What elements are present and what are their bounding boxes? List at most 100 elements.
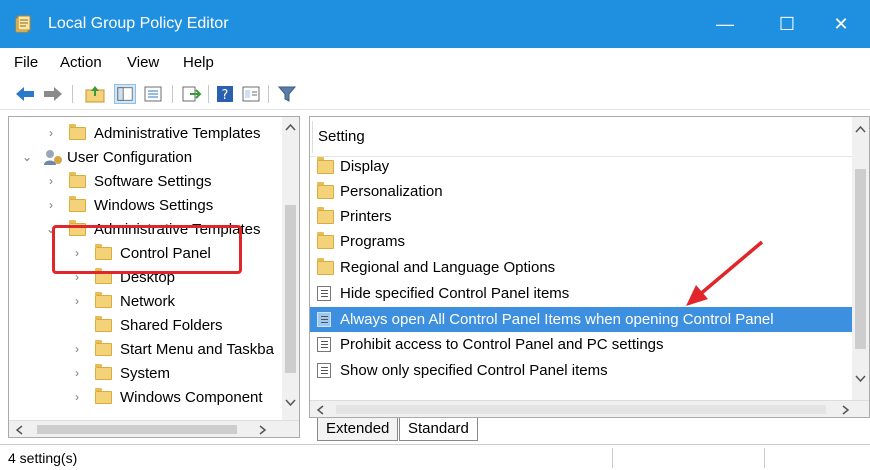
- folder-icon: [69, 123, 86, 140]
- chevron-right-icon[interactable]: ›: [69, 342, 85, 356]
- tree-item-control-panel[interactable]: › Control Panel: [69, 241, 211, 265]
- chevron-right-icon[interactable]: ›: [43, 126, 59, 140]
- list-item-show-only-specified-control-panel-items[interactable]: Show only specified Control Panel items: [310, 358, 854, 383]
- list-item-label: Regional and Language Options: [340, 259, 556, 276]
- tree-item-user-configuration[interactable]: ⌄ User Configuration: [19, 145, 192, 169]
- chevron-right-icon[interactable]: ›: [69, 390, 85, 404]
- help-icon[interactable]: ?: [214, 84, 236, 104]
- back-arrow-icon[interactable]: [14, 84, 36, 104]
- tree-item-start-menu-and-taskbar[interactable]: › Start Menu and Taskba: [69, 337, 274, 361]
- tree-item-administrative-templates-user[interactable]: ⌄ Administrative Templates: [43, 217, 260, 241]
- list-item-label: Prohibit access to Control Panel and PC …: [340, 336, 664, 353]
- folder-icon: [95, 339, 112, 356]
- policy-setting-icon: [317, 363, 331, 378]
- folder-open-icon: [95, 243, 112, 260]
- toolbar-separator: [72, 85, 73, 103]
- scroll-down-icon[interactable]: [285, 399, 296, 407]
- list-item-label: Personalization: [340, 183, 443, 200]
- chevron-right-icon[interactable]: ›: [69, 366, 85, 380]
- chevron-down-icon[interactable]: ⌄: [43, 222, 59, 236]
- up-folder-icon[interactable]: [84, 84, 106, 104]
- menu-bar: File Action View Help: [0, 48, 870, 78]
- list-item-label: Display: [340, 158, 390, 175]
- menu-help[interactable]: Help: [183, 54, 214, 71]
- menu-view[interactable]: View: [127, 54, 159, 71]
- menu-file[interactable]: File: [14, 54, 38, 71]
- policy-setting-icon: [317, 312, 331, 327]
- folder-icon: [317, 257, 334, 275]
- folder-open-icon: [69, 219, 86, 236]
- tree-vertical-scrollbar[interactable]: [282, 117, 299, 421]
- list-item-printers[interactable]: Printers: [310, 204, 854, 229]
- scroll-up-icon[interactable]: [855, 125, 866, 133]
- list-item-personalization[interactable]: Personalization: [310, 179, 854, 204]
- tree-item-windows-components[interactable]: › Windows Component: [69, 385, 263, 409]
- list-item-hide-specified-control-panel-items[interactable]: Hide specified Control Panel items: [310, 281, 854, 306]
- minimize-button[interactable]: —: [696, 0, 754, 48]
- tree-item-label: Network: [120, 292, 176, 310]
- scroll-left-icon[interactable]: [15, 425, 23, 435]
- scroll-down-icon[interactable]: [855, 375, 866, 383]
- menu-action[interactable]: Action: [60, 54, 102, 71]
- export-list-icon[interactable]: [180, 84, 202, 104]
- settings-horizontal-scrollbar[interactable]: [310, 400, 869, 417]
- folder-icon: [317, 231, 334, 249]
- tree-horizontal-scrollbar[interactable]: [9, 420, 299, 437]
- properties-icon[interactable]: [240, 84, 262, 104]
- list-item-label: Always open All Control Panel Items when…: [340, 311, 774, 328]
- close-button[interactable]: ✕: [812, 0, 870, 48]
- tree-item-system[interactable]: › System: [69, 361, 170, 385]
- tree-item-software-settings[interactable]: › Software Settings: [43, 169, 212, 193]
- settings-scroll-thumb[interactable]: [855, 169, 866, 349]
- tree-item-label: Windows Settings: [94, 196, 214, 214]
- list-item-always-open-all-control-panel-items[interactable]: Always open All Control Panel Items when…: [310, 307, 854, 332]
- tree-item-shared-folders[interactable]: Shared Folders: [69, 313, 223, 337]
- scroll-right-icon[interactable]: [842, 405, 850, 415]
- filter-icon[interactable]: [276, 84, 298, 104]
- chevron-right-icon[interactable]: ›: [69, 246, 85, 260]
- scroll-up-icon[interactable]: [285, 123, 296, 131]
- tree-hscroll-thumb[interactable]: [37, 425, 237, 434]
- folder-icon: [317, 206, 334, 224]
- tree-scroll-thumb[interactable]: [285, 205, 296, 373]
- list-item-display[interactable]: Display: [310, 154, 854, 179]
- toolbar: ?: [0, 78, 870, 110]
- scroll-left-icon[interactable]: [316, 405, 324, 415]
- tab-standard[interactable]: Standard: [399, 418, 478, 441]
- tree-item-desktop[interactable]: › Desktop: [69, 265, 175, 289]
- console-tree[interactable]: › Administrative Templates ⌄ User Config…: [8, 116, 300, 438]
- folder-icon: [95, 387, 112, 404]
- tab-extended[interactable]: Extended: [317, 418, 399, 441]
- settings-list-pane[interactable]: Setting Display Personalization Printers…: [309, 116, 870, 418]
- status-separator: [612, 448, 613, 468]
- settings-vertical-scrollbar[interactable]: [852, 117, 869, 401]
- details-view-icon[interactable]: [142, 84, 164, 104]
- settings-hscroll-track[interactable]: [336, 405, 826, 414]
- chevron-right-icon[interactable]: ›: [69, 270, 85, 284]
- title-bar: Local Group Policy Editor — ☐ ✕: [0, 0, 870, 48]
- column-header-setting[interactable]: Setting: [310, 117, 854, 157]
- tree-item-network[interactable]: › Network: [69, 289, 175, 313]
- folder-icon: [69, 171, 86, 188]
- maximize-button[interactable]: ☐: [758, 0, 816, 48]
- chevron-right-icon[interactable]: ›: [69, 294, 85, 308]
- folder-icon: [69, 195, 86, 212]
- list-item-label: Hide specified Control Panel items: [340, 285, 570, 302]
- folder-icon: [95, 315, 112, 332]
- scroll-right-icon[interactable]: [259, 425, 267, 435]
- list-item-label: Show only specified Control Panel items: [340, 362, 608, 379]
- chevron-right-icon[interactable]: ›: [43, 198, 59, 212]
- chevron-right-icon[interactable]: ›: [43, 174, 59, 188]
- policy-setting-icon: [317, 337, 331, 352]
- list-item-programs[interactable]: Programs: [310, 229, 854, 254]
- list-item-prohibit-access-to-control-panel[interactable]: Prohibit access to Control Panel and PC …: [310, 332, 854, 357]
- folder-icon: [317, 181, 334, 199]
- forward-arrow-icon[interactable]: [42, 84, 64, 104]
- tree-item-administrative-templates[interactable]: › Administrative Templates: [43, 121, 260, 145]
- tree-item-windows-settings[interactable]: › Windows Settings: [43, 193, 213, 217]
- chevron-down-icon[interactable]: ⌄: [19, 150, 35, 164]
- list-item-regional-and-language-options[interactable]: Regional and Language Options: [310, 255, 854, 280]
- show-hide-tree-icon[interactable]: [114, 84, 136, 104]
- policy-setting-icon: [317, 286, 331, 301]
- folder-icon: [95, 291, 112, 308]
